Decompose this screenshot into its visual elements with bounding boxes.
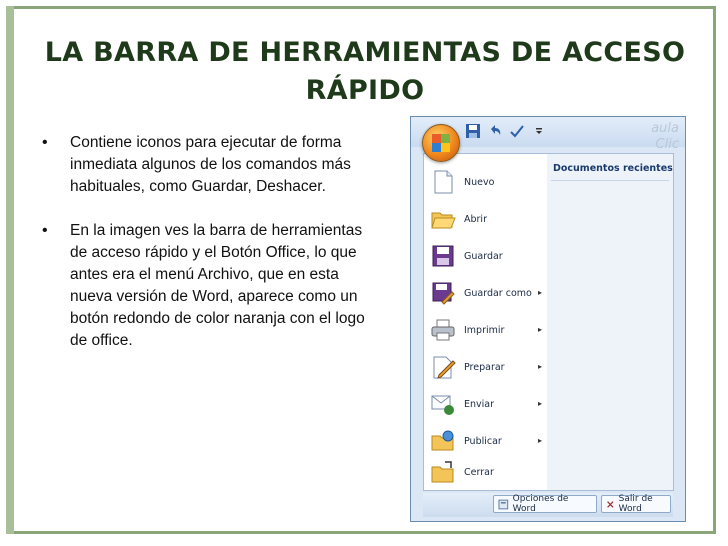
- menu-item-label: Imprimir: [464, 324, 505, 336]
- recent-documents-title: Documentos recientes: [553, 163, 673, 174]
- new-document-icon: [434, 170, 453, 194]
- menu-item-label: Guardar como: [464, 287, 532, 299]
- menu-item-label: Enviar: [464, 398, 495, 410]
- bullet-list: • Contiene iconos para ejecutar de forma…: [42, 132, 372, 374]
- slide-accent-bar: [6, 6, 14, 534]
- recent-documents-panel: Documentos recientes: [547, 153, 674, 491]
- exit-word-button[interactable]: Salir de Word: [601, 494, 671, 514]
- menu-item-label: Abrir: [464, 213, 487, 225]
- menu-item-label: Publicar: [464, 435, 502, 447]
- menu-item-cerrar[interactable]: Cerrar: [430, 454, 546, 490]
- close-icon: [607, 500, 614, 508]
- spell-check-icon[interactable]: [509, 123, 525, 139]
- send-icon: [431, 395, 454, 415]
- office-menu-footer: Opciones de Word Salir de Word: [423, 493, 673, 517]
- bullet-item: • Contiene iconos para ejecutar de forma…: [42, 132, 372, 198]
- submenu-arrow-icon: ▸: [537, 362, 542, 371]
- slide-title-line1: LA BARRA DE HERRAMIENTAS DE ACCESO: [44, 37, 686, 68]
- slide-title: LA BARRA DE HERRAMIENTAS DE ACCESO RÁPID…: [40, 34, 690, 110]
- menu-item-nuevo[interactable]: Nuevo: [430, 164, 546, 200]
- office-button[interactable]: [422, 124, 460, 162]
- prepare-pencil-icon: [433, 356, 456, 379]
- word-options-label: Opciones de Word: [512, 494, 569, 514]
- bullet-item: • En la imagen ves la barra de herramien…: [42, 220, 372, 352]
- submenu-arrow-icon: ▸: [537, 325, 542, 334]
- watermark-line1: aula: [651, 121, 679, 136]
- save-as-icon: [432, 282, 455, 305]
- office-logo-icon: [432, 134, 450, 152]
- bullet-text: En la imagen ves la barra de herramienta…: [70, 222, 365, 349]
- menu-item-label: Guardar: [464, 250, 503, 262]
- menu-item-label: Preparar: [464, 361, 505, 373]
- slide-title-line2: RÁPIDO: [305, 75, 425, 106]
- menu-item-imprimir[interactable]: Imprimir ▸: [430, 312, 546, 348]
- bullet-dot: •: [42, 134, 48, 151]
- office-menu-commands: Nuevo Abrir Guardar Guardar como ▸ Impri…: [423, 153, 549, 491]
- divider: [551, 180, 669, 181]
- submenu-arrow-icon: ▸: [537, 399, 542, 408]
- publish-folder-icon: [431, 430, 454, 451]
- bullet-text: Contiene iconos para ejecutar de forma i…: [70, 134, 351, 195]
- word-options-button[interactable]: Opciones de Word: [493, 494, 597, 514]
- customize-arrow-icon[interactable]: [531, 123, 547, 139]
- printer-icon: [431, 319, 455, 341]
- undo-icon[interactable]: [487, 123, 503, 139]
- exit-word-label: Salir de Word: [618, 494, 653, 514]
- submenu-arrow-icon: ▸: [537, 436, 542, 445]
- watermark: aula Clic: [651, 121, 679, 153]
- bullet-dot: •: [42, 222, 48, 239]
- menu-item-label: Cerrar: [464, 466, 494, 478]
- submenu-arrow-icon: ▸: [537, 288, 542, 297]
- save-disk-icon: [432, 245, 454, 267]
- menu-item-abrir[interactable]: Abrir: [430, 201, 546, 237]
- menu-item-enviar[interactable]: Enviar ▸: [430, 386, 546, 422]
- office-menu-screenshot: aula Clic Nuevo Abrir Guardar Guardar co…: [410, 116, 686, 522]
- watermark-line2: Clic: [655, 137, 679, 152]
- options-icon: [498, 499, 509, 509]
- menu-item-preparar[interactable]: Preparar ▸: [430, 349, 546, 385]
- menu-item-guardar[interactable]: Guardar: [430, 238, 546, 274]
- menu-item-guardar-como[interactable]: Guardar como ▸: [430, 275, 546, 311]
- save-icon[interactable]: [465, 123, 481, 139]
- open-folder-icon: [431, 212, 456, 229]
- menu-item-label: Nuevo: [464, 176, 495, 188]
- close-folder-icon: [431, 461, 454, 483]
